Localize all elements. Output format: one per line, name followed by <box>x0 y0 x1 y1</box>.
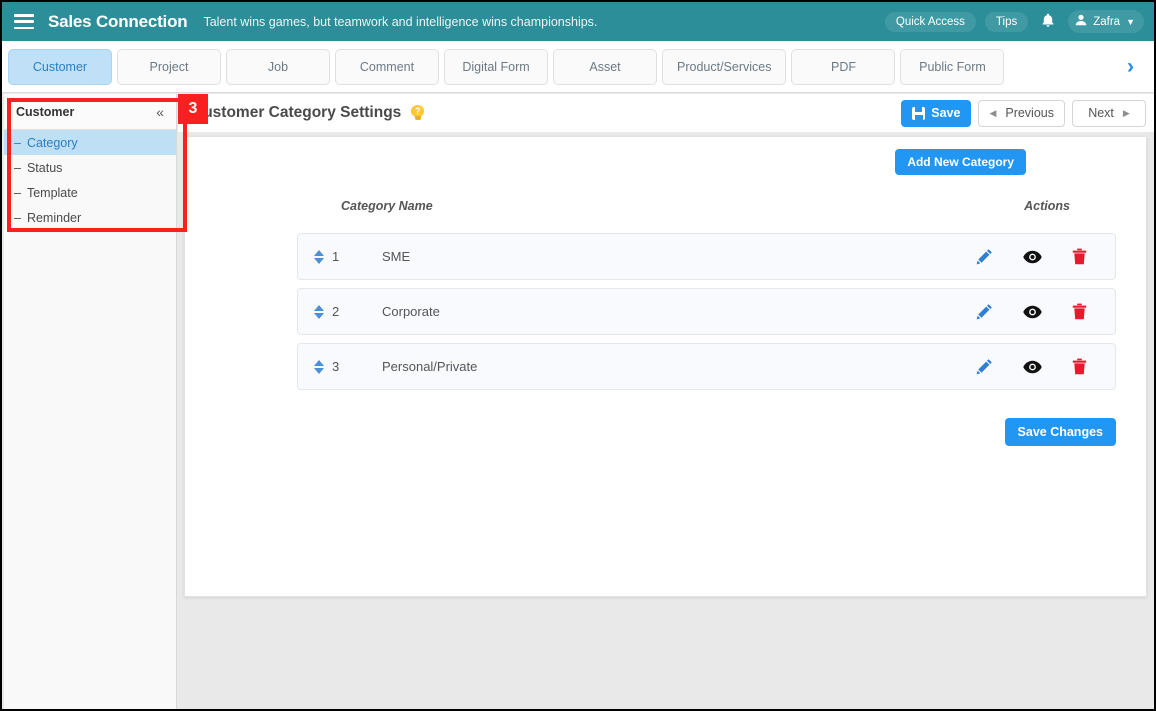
tab-job[interactable]: Job <box>226 48 330 85</box>
category-table-body: 1 SME 2 Corporate 3 Personal/Private <box>201 233 1130 390</box>
next-button-label: Next <box>1088 106 1114 120</box>
table-header: Category Name Actions <box>201 199 1130 213</box>
column-header-category-name: Category Name <box>341 199 433 213</box>
sidebar-item-category[interactable]: – Category <box>4 130 176 155</box>
row-category-name: Personal/Private <box>382 359 478 374</box>
page-title: Customer Category Settings <box>192 104 402 121</box>
pencil-edit-icon[interactable] <box>976 248 993 265</box>
help-question-glyph: ? <box>415 105 421 116</box>
sidebar-item-label: Reminder <box>26 210 82 225</box>
bullet-dash: – <box>14 160 21 175</box>
tab-project[interactable]: Project <box>117 48 221 85</box>
module-tab-bar: Customer Project Job Comment Digital For… <box>2 41 1154 93</box>
table-row[interactable]: 2 Corporate <box>297 288 1116 335</box>
floppy-disk-icon <box>912 106 926 120</box>
app-tagline: Talent wins games, but teamwork and inte… <box>203 14 598 29</box>
hamburger-icon[interactable] <box>14 14 34 29</box>
next-button[interactable]: Next ▶ <box>1072 99 1146 127</box>
eye-view-icon[interactable] <box>1023 305 1042 319</box>
app-window: Sales Connection Talent wins games, but … <box>0 0 1156 711</box>
previous-button-label: Previous <box>1005 106 1054 120</box>
tab-digital-form[interactable]: Digital Form <box>444 48 548 85</box>
tab-pdf[interactable]: PDF <box>791 48 896 85</box>
triangle-left-icon: ◀ <box>989 107 997 118</box>
save-button-label: Save <box>931 106 961 120</box>
annotation-step-badge: 3 <box>178 94 208 124</box>
trash-delete-icon[interactable] <box>1072 303 1087 320</box>
user-menu-button[interactable]: Zafra ▼ <box>1068 10 1144 33</box>
sidebar-item-template[interactable]: – Template <box>4 180 176 205</box>
save-changes-button[interactable]: Save Changes <box>1004 418 1116 446</box>
left-sidebar: Customer « – Category – Status – Templat… <box>4 94 177 709</box>
chevron-down-icon: ▼ <box>1126 16 1135 27</box>
save-changes-row: Save Changes <box>201 418 1130 446</box>
sidebar-title: Customer <box>16 104 75 119</box>
header-actions: Quick Access Tips Zafra ▼ <box>884 10 1144 33</box>
page-header: Customer Category Settings ? Save ◀ Prev… <box>178 94 1154 132</box>
page-header-actions: Save ◀ Previous Next ▶ <box>901 99 1146 127</box>
add-category-row: Add New Category <box>201 149 1130 175</box>
row-order-number: 2 <box>332 304 340 319</box>
avatar-person-icon <box>1075 14 1087 29</box>
eye-view-icon[interactable] <box>1023 360 1042 374</box>
previous-button[interactable]: ◀ Previous <box>978 99 1065 127</box>
sidebar-item-label: Template <box>26 185 78 200</box>
drag-sort-icon[interactable] <box>314 359 325 375</box>
tab-product-services[interactable]: Product/Services <box>662 48 787 85</box>
top-header-bar: Sales Connection Talent wins games, but … <box>2 2 1154 41</box>
sidebar-item-label: Category <box>26 135 78 150</box>
bullet-dash: – <box>14 185 21 200</box>
row-order-number: 1 <box>332 249 340 264</box>
sidebar-header: Customer « <box>4 94 176 130</box>
bell-icon[interactable] <box>1037 13 1059 31</box>
row-action-group <box>976 248 1115 265</box>
quick-access-button[interactable]: Quick Access <box>884 11 976 32</box>
tab-comment[interactable]: Comment <box>335 48 439 85</box>
tabs-scroll-right-icon[interactable]: › <box>1117 56 1144 77</box>
row-action-group <box>976 358 1115 375</box>
tab-public-form[interactable]: Public Form <box>900 48 1005 85</box>
eye-view-icon[interactable] <box>1023 250 1042 264</box>
tab-asset[interactable]: Asset <box>553 48 657 85</box>
sidebar-item-reminder[interactable]: – Reminder <box>4 205 176 230</box>
drag-sort-icon[interactable] <box>314 304 325 320</box>
row-action-group <box>976 303 1115 320</box>
drag-sort-icon[interactable] <box>314 249 325 265</box>
table-row[interactable]: 3 Personal/Private <box>297 343 1116 390</box>
main-content: Customer Category Settings ? Save ◀ Prev… <box>178 94 1154 709</box>
trash-delete-icon[interactable] <box>1072 358 1087 375</box>
table-row[interactable]: 1 SME <box>297 233 1116 280</box>
add-new-category-button[interactable]: Add New Category <box>895 149 1026 175</box>
bullet-dash: – <box>14 210 21 225</box>
tab-customer[interactable]: Customer <box>8 48 112 85</box>
row-category-name: SME <box>382 249 411 264</box>
trash-delete-icon[interactable] <box>1072 248 1087 265</box>
bullet-dash: – <box>14 135 21 150</box>
app-brand-title: Sales Connection <box>48 11 188 31</box>
sidebar-item-label: Status <box>26 160 63 175</box>
column-header-actions: Actions <box>1024 199 1070 213</box>
save-button[interactable]: Save <box>901 99 972 127</box>
row-category-name: Corporate <box>382 304 440 319</box>
lightbulb-help-icon[interactable]: ? <box>410 105 425 121</box>
row-order-number: 3 <box>332 359 340 374</box>
triangle-right-icon: ▶ <box>1122 107 1130 118</box>
sidebar-collapse-icon[interactable]: « <box>156 104 164 120</box>
pencil-edit-icon[interactable] <box>976 303 993 320</box>
sidebar-item-status[interactable]: – Status <box>4 155 176 180</box>
user-name-label: Zafra <box>1093 15 1121 28</box>
pencil-edit-icon[interactable] <box>976 358 993 375</box>
tips-button[interactable]: Tips <box>984 11 1029 32</box>
category-settings-card: Add New Category Category Name Actions 1… <box>184 136 1147 597</box>
